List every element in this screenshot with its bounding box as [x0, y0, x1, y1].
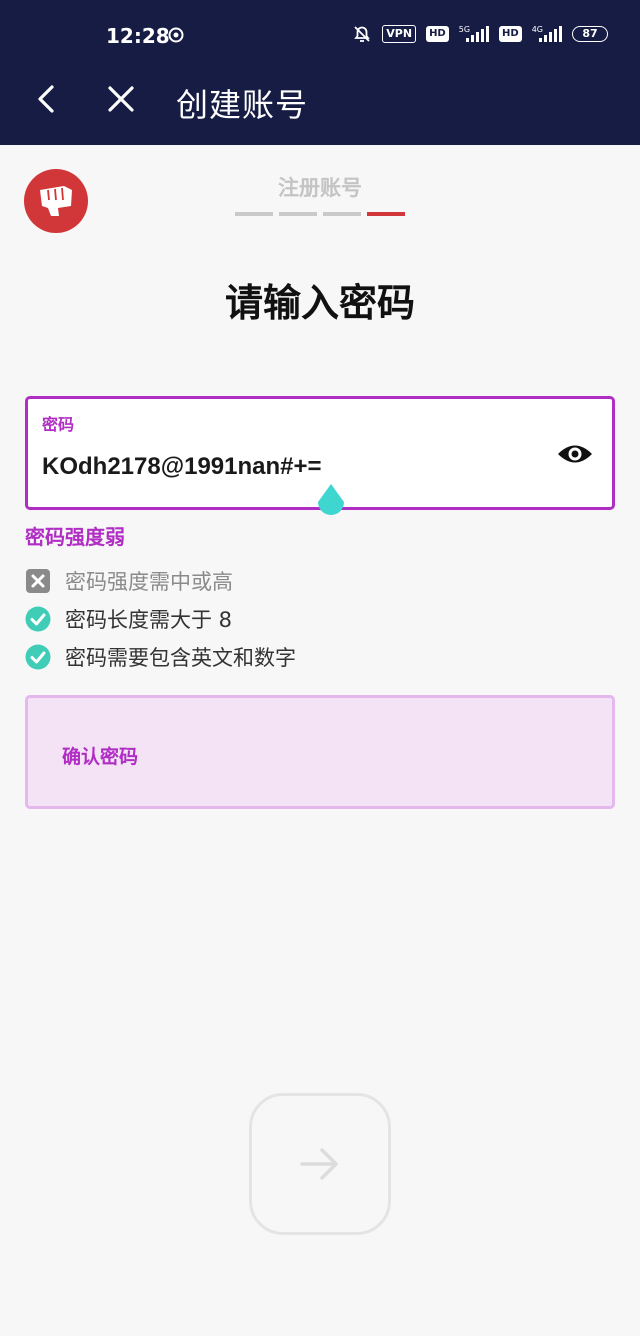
chevron-left-icon[interactable]	[34, 84, 58, 114]
page-title: 创建账号	[176, 86, 309, 124]
password-rules: 密码强度需中或高 密码长度需大于 8 密码需要包含英文和数字	[25, 562, 296, 676]
rule-text: 密码长度需大于 8	[65, 608, 233, 632]
status-icons: VPN HD 5G HD 4G 87	[352, 24, 608, 44]
step-progress	[235, 212, 405, 216]
password-strength: 密码强度弱	[25, 525, 125, 549]
confirm-password-label: 确认密码	[62, 746, 139, 768]
password-label: 密码	[42, 415, 75, 434]
step-3	[323, 212, 361, 216]
password-input[interactable]: KOdh2178@1991nan#+=	[42, 453, 322, 481]
status-time: 12:28	[106, 24, 170, 48]
rule-text: 密码强度需中或高	[65, 570, 233, 594]
step-label: 注册账号	[278, 176, 362, 200]
next-button[interactable]	[249, 1093, 391, 1235]
net-label-5g: 5G	[458, 25, 471, 34]
check-circle-icon	[25, 606, 51, 632]
rule-strength: 密码强度需中或高	[25, 562, 296, 600]
eye-icon[interactable]	[556, 439, 594, 469]
step-4	[367, 212, 405, 216]
net-label-4g: 4G	[531, 25, 543, 34]
check-circle-icon	[25, 644, 51, 670]
battery-icon: 87	[572, 26, 608, 42]
x-box-icon	[26, 569, 50, 593]
bell-off-icon	[354, 26, 371, 42]
hd-badge-1: HD	[426, 26, 449, 42]
rule-alnum: 密码需要包含英文和数字	[25, 638, 296, 676]
step-2	[279, 212, 317, 216]
close-icon[interactable]	[106, 84, 136, 114]
text-cursor-handle-icon[interactable]	[314, 482, 348, 522]
arrow-right-icon	[300, 1148, 338, 1180]
rule-text: 密码需要包含英文和数字	[65, 646, 296, 670]
location-icon	[168, 27, 184, 43]
signal-5g: 5G	[458, 25, 490, 42]
top-bar: 12:28 VPN HD 5G HD 4G 87 创建账号	[0, 0, 640, 145]
signal-4g: 4G	[531, 25, 562, 42]
rule-length: 密码长度需大于 8	[25, 600, 296, 638]
hd-badge-2: HD	[499, 26, 522, 42]
vpn-badge: VPN	[382, 25, 417, 43]
page-heading: 请输入密码	[224, 281, 415, 325]
step-1	[235, 212, 273, 216]
confirm-password-field[interactable]: 确认密码	[25, 695, 615, 809]
